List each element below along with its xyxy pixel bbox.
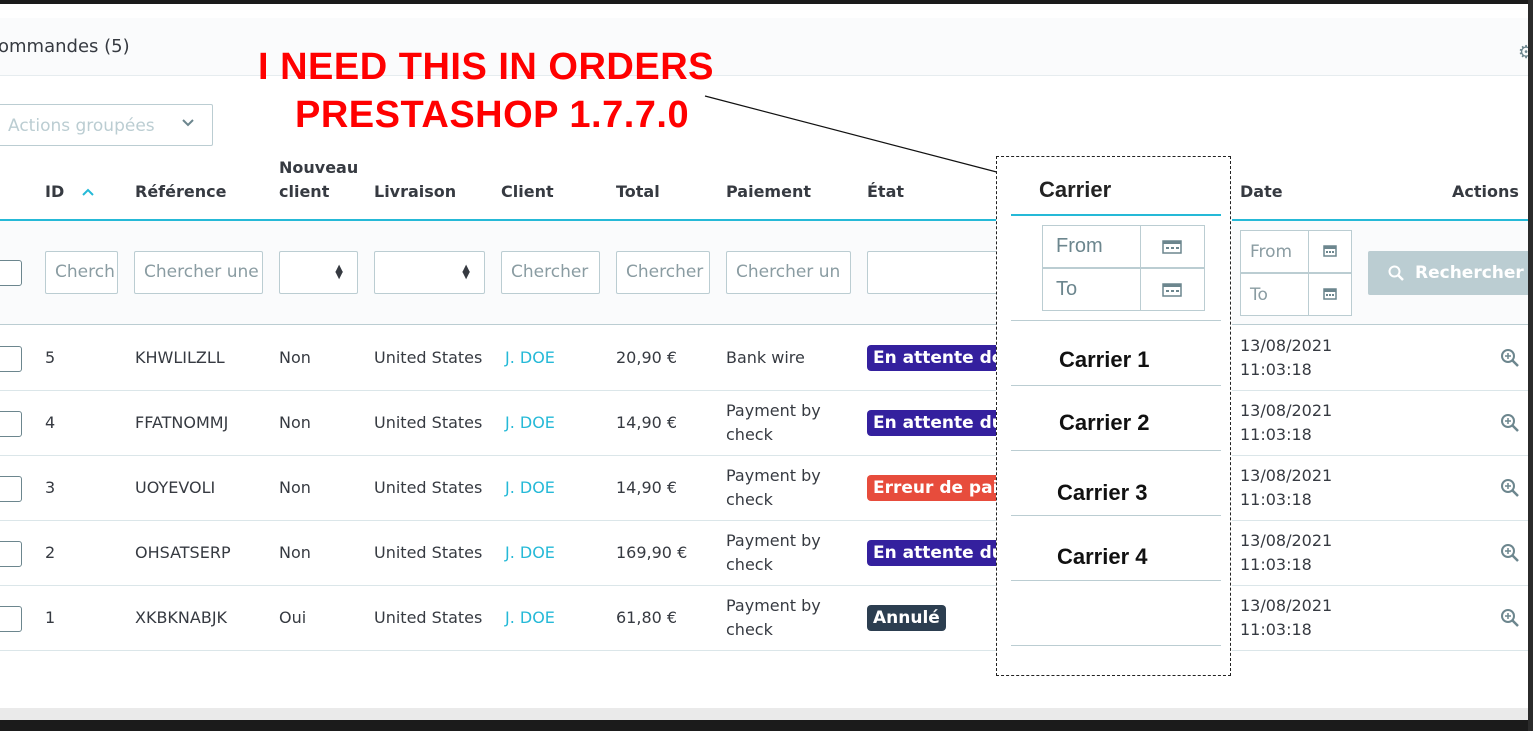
annotation-arrow-line <box>0 4 1528 708</box>
divider <box>1140 226 1141 267</box>
carrier-date-to[interactable]: To <box>1042 268 1205 311</box>
carrier-item: Carrier 4 <box>1057 544 1148 570</box>
carrier-item: Carrier 2 <box>1059 410 1150 436</box>
carrier-separator <box>1011 515 1221 516</box>
carrier-separator <box>1011 645 1221 646</box>
carrier-date-to-label: To <box>1056 278 1077 301</box>
carrier-separator <box>1011 580 1221 581</box>
carrier-separator <box>1011 385 1221 386</box>
carrier-item: Carrier 1 <box>1059 347 1150 373</box>
calendar-icon[interactable] <box>1162 281 1182 297</box>
panel-bottom-edge <box>0 708 1528 720</box>
carrier-header: Carrier <box>1039 177 1111 203</box>
scrollbar-track[interactable] <box>1528 0 1533 731</box>
carrier-separator <box>1011 320 1221 321</box>
carrier-mockup-column: Carrier From To Carrier 1 Carrier 2 Carr… <box>996 156 1231 676</box>
carrier-header-underline <box>1011 214 1221 216</box>
carrier-item: Carrier 3 <box>1057 480 1148 506</box>
divider <box>1140 269 1141 310</box>
carrier-date-from[interactable]: From <box>1042 225 1205 268</box>
carrier-date-from-label: From <box>1056 235 1103 258</box>
calendar-icon[interactable] <box>1162 238 1182 254</box>
orders-panel: ommandes (5) ⚙ Actions groupées ID Référ… <box>0 4 1528 708</box>
carrier-separator <box>1011 450 1221 451</box>
